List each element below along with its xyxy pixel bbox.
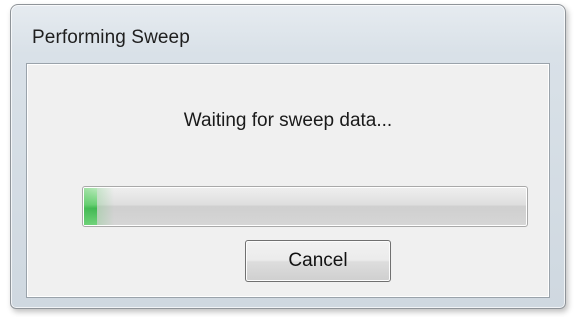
title-bar[interactable]: Performing Sweep [11, 5, 565, 63]
cancel-button[interactable]: Cancel [245, 240, 391, 282]
status-message: Waiting for sweep data... [183, 110, 393, 131]
progress-bar [82, 186, 528, 227]
progress-glow [84, 188, 114, 225]
performing-sweep-dialog: Performing Sweep Waiting for sweep data.… [10, 4, 566, 309]
dialog-content: Waiting for sweep data... Cancel [26, 63, 550, 298]
dialog-title: Performing Sweep [32, 27, 190, 48]
